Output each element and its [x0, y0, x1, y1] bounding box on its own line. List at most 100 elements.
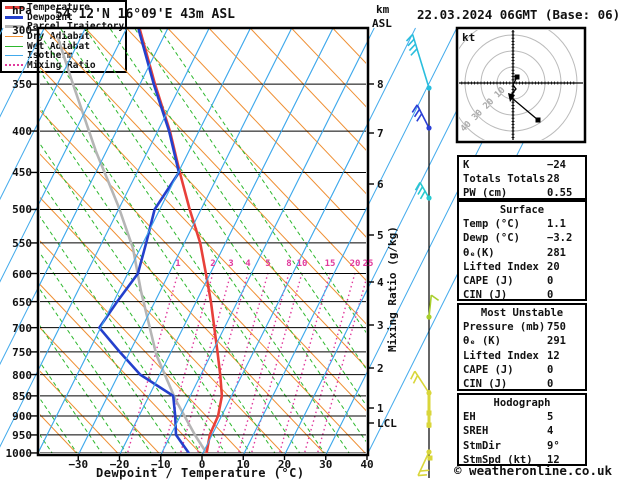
stat-label: CAPE (J) [463, 363, 514, 377]
stat-label: Temp (°C) [463, 217, 520, 231]
stat-label: SREH [463, 424, 488, 438]
stats-row: CIN (J)0 [459, 377, 585, 391]
km-tick-label: 8 [377, 78, 384, 91]
stats-row: CAPE (J) 0 [459, 363, 585, 377]
pressure-tick-label: 950 [4, 429, 32, 442]
mixing-ratio-label: 1 [175, 259, 180, 269]
stat-value: 20 [547, 260, 560, 274]
stat-value: 5 [547, 410, 553, 424]
stat-value: −24 [547, 158, 566, 172]
stat-value: 0 [547, 377, 553, 391]
asl-axis-label: ASL [372, 17, 392, 30]
stat-label: CAPE (J) [463, 274, 514, 288]
pressure-tick-label: 900 [4, 410, 32, 423]
stats-box: K −24Totals Totals28 PW (cm) 0.55 [457, 155, 587, 200]
stat-label: CIN (J) [463, 288, 507, 302]
stats-row: SREH4 [459, 424, 585, 438]
stat-label: Pressure (mb) [463, 320, 545, 334]
stat-value: 281 [547, 246, 566, 260]
stats-row: EH 5 [459, 410, 585, 424]
km-axis-label: km [376, 3, 389, 16]
stat-value: −3.2 [547, 231, 572, 245]
mixing-ratio-label: 5 [265, 259, 270, 269]
temperature-tick-label: 30 [309, 458, 343, 471]
km-tick-label: 4 [377, 276, 384, 289]
stat-value: 0 [547, 288, 553, 302]
stat-label: θₑ (K) [463, 334, 501, 348]
mixing-ratio-label: 2 [210, 259, 215, 269]
stats-section-title: Surface [459, 203, 585, 217]
stats-row: θₑ (K) 291 [459, 334, 585, 348]
temperature-tick-label: −20 [103, 458, 137, 471]
temperature-tick-label: 10 [226, 458, 260, 471]
mixing-ratio-label: 20 [350, 259, 361, 269]
stats-section-title: Most Unstable [459, 306, 585, 320]
mixing-ratio-label: 15 [325, 259, 336, 269]
stat-label: K [463, 158, 469, 172]
stat-value: 0 [547, 274, 553, 288]
pressure-tick-label: 1000 [4, 447, 32, 460]
stat-label: PW (cm) [463, 186, 507, 200]
stats-box: SurfaceTemp (°C) 1.1Dewp (°C)−3.2θₑ(K) 281… [457, 200, 587, 301]
stats-row: StmDir 9° [459, 439, 585, 453]
pressure-tick-label: 500 [4, 203, 32, 216]
temperature-tick-label: −10 [144, 458, 178, 471]
stats-row: CIN (J) 0 [459, 288, 585, 302]
pressure-tick-label: 600 [4, 268, 32, 281]
mixing-ratio-label: 25 [363, 259, 374, 269]
stat-label: θₑ(K) [463, 246, 495, 260]
lcl-label: LCL [377, 417, 397, 430]
stat-value: 750 [547, 320, 566, 334]
stats-row: Lifted Index 20 [459, 260, 585, 274]
mixing-ratio-label: 3 [228, 259, 233, 269]
pressure-axis-unit: hPa [12, 4, 32, 17]
stat-value: 0 [547, 363, 553, 377]
pressure-tick-label: 800 [4, 369, 32, 382]
pressure-tick-label: 650 [4, 296, 32, 309]
stats-row: Dewp (°C)−3.2 [459, 231, 585, 245]
skewt-chart-page: 10203040 hPa 54°12'N 16°09'E 43m ASL 22.… [0, 0, 629, 486]
pressure-tick-label: 550 [4, 237, 32, 250]
temperature-tick-label: 20 [268, 458, 302, 471]
pressure-tick-label: 850 [4, 390, 32, 403]
stat-label: Totals Totals [463, 172, 545, 186]
stats-row: Lifted Index12 [459, 349, 585, 363]
pressure-tick-label: 450 [4, 166, 32, 179]
stat-value: 1.1 [547, 217, 566, 231]
stat-label: EH [463, 410, 476, 424]
hodograph-unit-label: kt [462, 31, 475, 44]
km-tick-label: 6 [377, 178, 384, 191]
stats-row: PW (cm) 0.55 [459, 186, 585, 200]
stat-label: StmSpd (kt) [463, 453, 533, 467]
stats-row: CAPE (J) 0 [459, 274, 585, 288]
stats-row: StmSpd (kt) 12 [459, 453, 585, 467]
temperature-tick-label: 40 [350, 458, 384, 471]
mixing-ratio-label: 10 [297, 259, 308, 269]
pressure-tick-label: 300 [4, 24, 32, 37]
stat-value: 12 [547, 453, 560, 467]
temperature-tick-label: 0 [185, 458, 219, 471]
stat-label: Lifted Index [463, 349, 539, 363]
stat-label: StmDir [463, 439, 501, 453]
pressure-tick-label: 700 [4, 322, 32, 335]
km-tick-label: 2 [377, 362, 384, 375]
stat-value: 0.55 [547, 186, 572, 200]
km-tick-label: 3 [377, 319, 384, 332]
pressure-tick-label: 400 [4, 125, 32, 138]
stats-box: HodographEH 5SREH4StmDir 9° StmSpd (kt) 12 [457, 393, 587, 466]
pressure-tick-label: 350 [4, 78, 32, 91]
km-tick-label: 5 [377, 229, 384, 242]
stats-row: K −24 [459, 158, 585, 172]
stats-row: θₑ(K) 281 [459, 246, 585, 260]
stat-label: Lifted Index [463, 260, 539, 274]
stats-row: Pressure (mb)750 [459, 320, 585, 334]
page-title: 54°12'N 16°09'E 43m ASL [55, 7, 235, 22]
stat-value: 28 [547, 172, 560, 186]
stats-row: Temp (°C) 1.1 [459, 217, 585, 231]
stats-section-title: Hodograph [459, 396, 585, 410]
stat-value: 291 [547, 334, 566, 348]
pressure-tick-label: 750 [4, 346, 32, 359]
stats-box: Most UnstablePressure (mb)750θₑ (K)291Li… [457, 303, 587, 391]
stat-value: 9° [547, 439, 560, 453]
km-tick-label: 1 [377, 402, 384, 415]
